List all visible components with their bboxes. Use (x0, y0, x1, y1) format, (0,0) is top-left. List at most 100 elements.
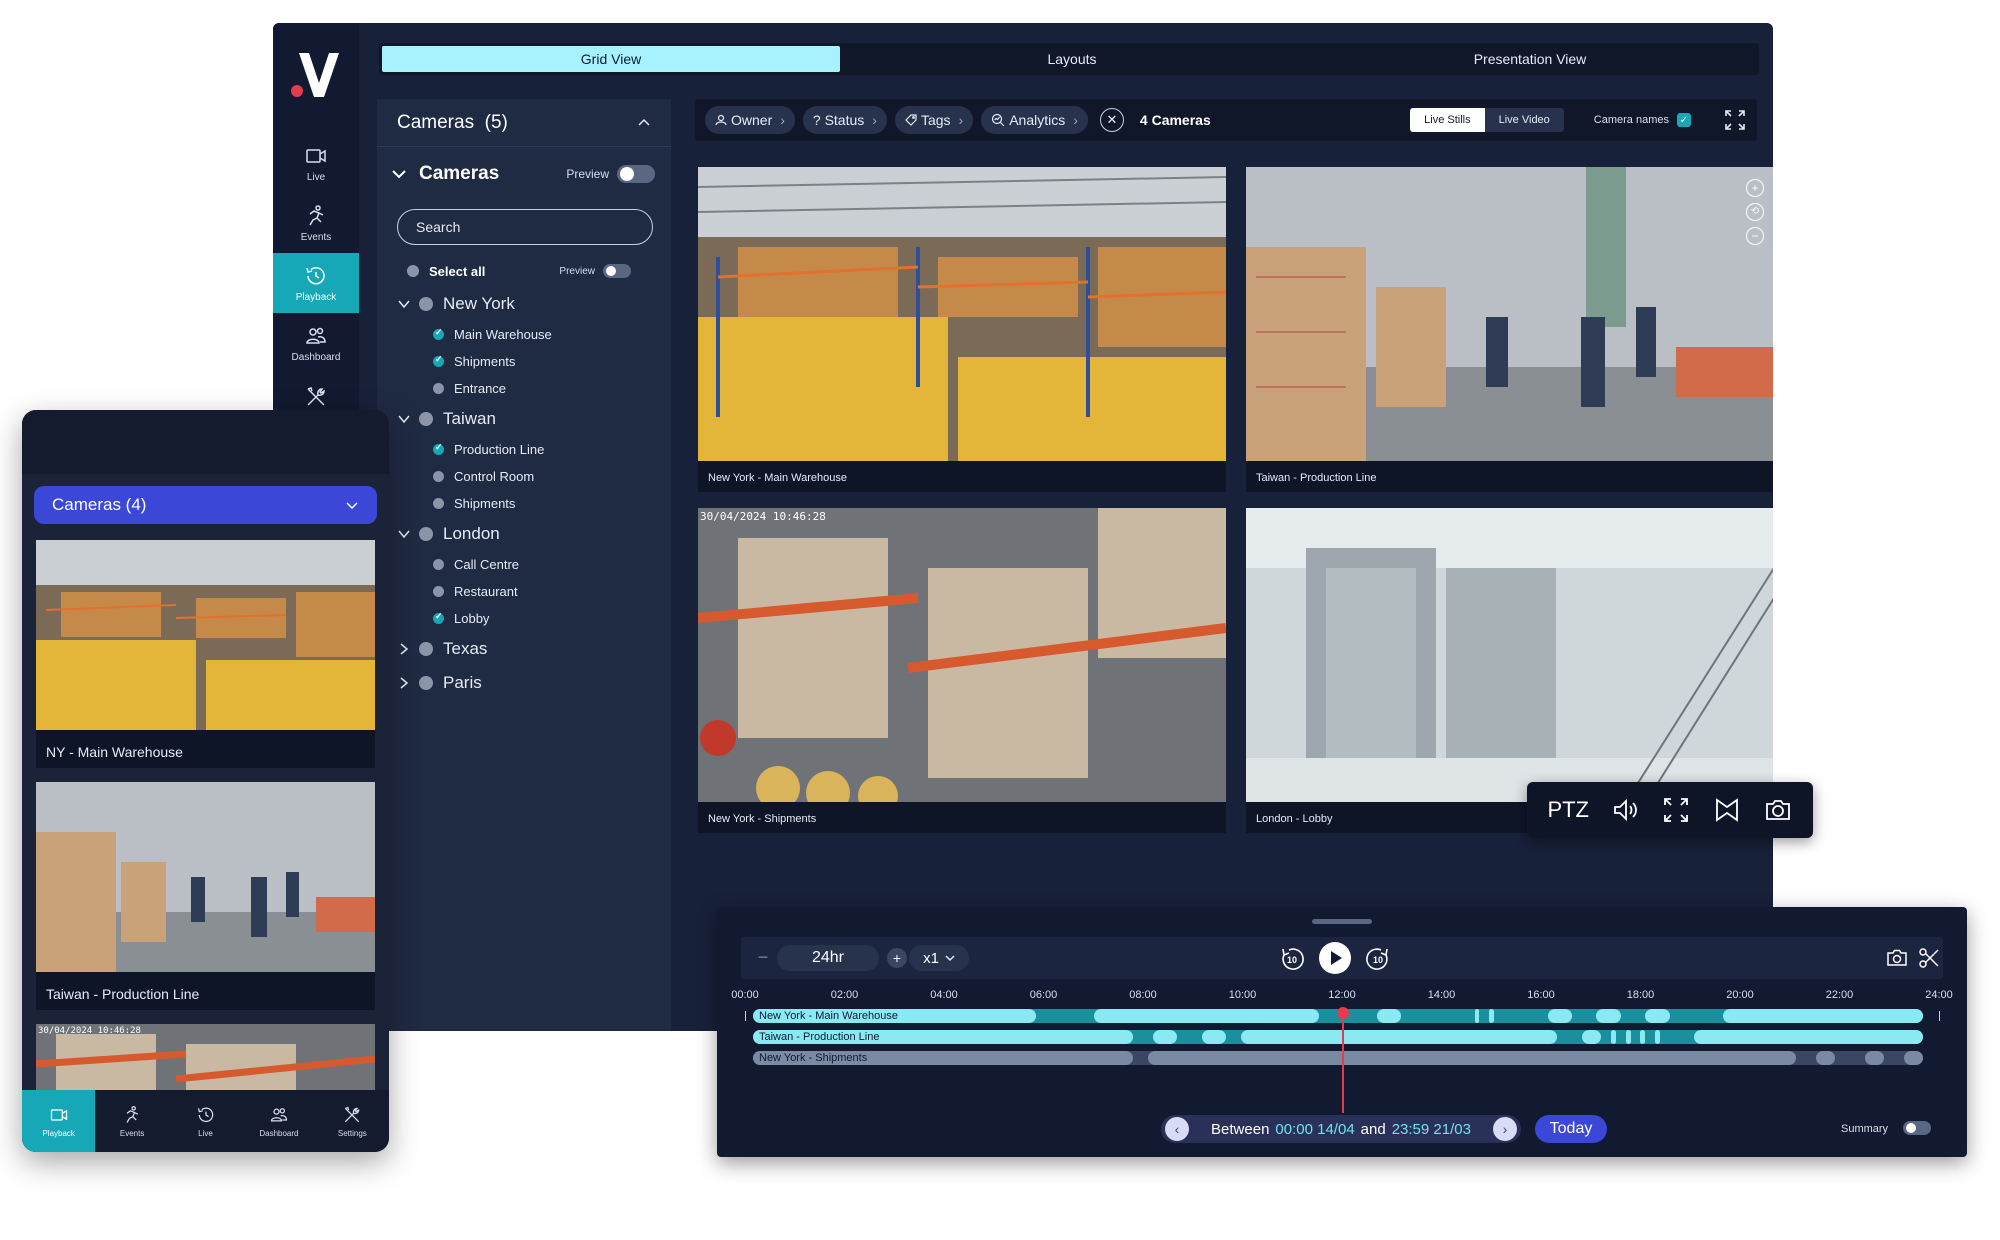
mobile-camera-tile[interactable]: NY - Main Warehouse (36, 540, 375, 768)
mobile-nav-dashboard[interactable]: Dashboard (242, 1090, 315, 1152)
recording-segment[interactable] (1240, 1030, 1558, 1044)
filter-chip-analytics[interactable]: Analytics › (981, 106, 1088, 134)
tree-group[interactable]: London (397, 517, 661, 551)
rail-item-live[interactable]: Live (273, 133, 359, 193)
camera-tile[interactable]: 30/04/2024 10:46:28 New York - Shipments (698, 508, 1226, 833)
summary-toggle[interactable] (1903, 1121, 1931, 1135)
camera-snapshot-icon[interactable] (1763, 795, 1793, 825)
playhead-line[interactable] (1342, 1011, 1344, 1113)
mobile-camera-tile[interactable]: 30/04/2024 10:46:28 (36, 1024, 375, 1094)
chevron-up-icon[interactable] (637, 116, 651, 130)
skip-forward-button[interactable]: 10 (1363, 944, 1393, 974)
tree-group[interactable]: New York (397, 287, 661, 321)
tree-group[interactable]: Taiwan (397, 402, 661, 436)
skip-back-button[interactable]: 10 (1277, 944, 1307, 974)
timeline-track[interactable]: Taiwan - Production Line (753, 1030, 1923, 1044)
group-checkbox[interactable] (419, 527, 433, 541)
select-all-checkbox[interactable] (407, 265, 419, 277)
rail-item-dashboard[interactable]: Dashboard (273, 313, 359, 373)
camera-tile[interactable]: Taiwan - Production Line + ⟲ − (1246, 167, 1773, 492)
group-checkbox[interactable] (419, 412, 433, 426)
camera-checkbox[interactable] (433, 586, 444, 597)
camera-checkbox[interactable] (433, 559, 444, 570)
group-checkbox[interactable] (419, 297, 433, 311)
mobile-cameras-dropdown[interactable]: Cameras (4) (34, 486, 377, 524)
recording-segment[interactable] (1864, 1051, 1884, 1065)
select-all-row[interactable]: Select all Preview (407, 261, 631, 281)
tree-leaf[interactable]: Call Centre (397, 551, 661, 578)
zoom-in-icon[interactable]: + (1746, 179, 1764, 197)
tree-leaf[interactable]: Shipments (397, 348, 661, 375)
rail-item-events[interactable]: Events (273, 193, 359, 253)
tree-leaf[interactable]: Control Room (397, 463, 661, 490)
tree-group[interactable]: Paris (397, 666, 661, 700)
zoom-in-button[interactable]: + (887, 948, 907, 968)
preview-toggle[interactable] (617, 165, 655, 183)
mobile-camera-tile[interactable]: Taiwan - Production Line (36, 782, 375, 1010)
tree-leaf[interactable]: Entrance (397, 375, 661, 402)
recording-segment[interactable] (1201, 1030, 1226, 1044)
live-video-option[interactable]: Live Video (1485, 108, 1564, 132)
chevron-down-icon[interactable] (397, 527, 411, 541)
select-all-preview-toggle[interactable] (603, 264, 631, 278)
tab-layouts[interactable]: Layouts (843, 43, 1301, 75)
scissors-icon[interactable] (1917, 946, 1941, 970)
chevron-right-icon[interactable] (397, 676, 411, 690)
zoom-out-button[interactable]: − (753, 947, 773, 967)
tree-leaf[interactable]: Shipments (397, 490, 661, 517)
filter-chip-tags[interactable]: Tags › (894, 106, 974, 134)
tab-grid-view[interactable]: Grid View (382, 46, 840, 72)
filter-chip-owner[interactable]: Owner › (705, 106, 795, 134)
drag-handle[interactable] (1312, 919, 1372, 924)
live-stills-option[interactable]: Live Stills (1410, 108, 1485, 132)
recording-segment[interactable] (1596, 1009, 1621, 1023)
search-input[interactable] (397, 209, 653, 245)
chevron-down-icon[interactable] (397, 297, 411, 311)
clear-filters-button[interactable]: ✕ (1099, 108, 1124, 132)
tree-leaf[interactable]: Main Warehouse (397, 321, 661, 348)
recording-segment[interactable] (1815, 1051, 1836, 1065)
mobile-nav-settings[interactable]: Settings (316, 1090, 389, 1152)
camera-snapshot-icon[interactable] (1885, 946, 1909, 970)
previous-range-button[interactable]: ‹ (1165, 1117, 1189, 1141)
fullscreen-icon[interactable] (1661, 795, 1691, 825)
recording-segment[interactable] (1611, 1030, 1616, 1044)
camera-names-checkbox[interactable]: ✓ (1677, 113, 1691, 127)
recording-segment[interactable] (1723, 1009, 1923, 1023)
camera-checkbox[interactable] (433, 611, 444, 624)
filter-chip-status[interactable]: ? Status › (802, 106, 887, 134)
reset-icon[interactable]: ⟲ (1746, 203, 1764, 221)
recording-segment[interactable] (1645, 1009, 1670, 1023)
recording-segment[interactable] (1903, 1051, 1923, 1065)
volume-icon[interactable] (1610, 795, 1640, 825)
speed-select[interactable]: x1 (909, 945, 969, 971)
tree-leaf[interactable]: Production Line (397, 436, 661, 463)
recording-segment[interactable] (1625, 1030, 1631, 1044)
mobile-nav-playback[interactable]: Playback (22, 1090, 96, 1152)
camera-checkbox[interactable] (433, 471, 444, 482)
camera-tile[interactable]: New York - Main Warehouse (698, 167, 1226, 492)
camera-checkbox[interactable] (433, 498, 444, 509)
mobile-nav-events[interactable]: Events (95, 1090, 168, 1152)
camera-names-option[interactable]: Camera names ✓ (1594, 113, 1691, 127)
recording-segment[interactable] (1152, 1030, 1178, 1044)
recording-segment[interactable] (1654, 1030, 1660, 1044)
group-checkbox[interactable] (419, 642, 433, 656)
next-range-button[interactable]: › (1493, 1117, 1517, 1141)
zoom-out-icon[interactable]: − (1746, 227, 1764, 245)
camera-checkbox[interactable] (433, 383, 444, 394)
play-button[interactable] (1319, 942, 1351, 974)
playhead-handle[interactable] (1337, 1007, 1349, 1019)
camera-checkbox[interactable] (433, 354, 444, 367)
recording-segment[interactable] (1581, 1030, 1602, 1044)
mobile-nav-live[interactable]: Live (169, 1090, 242, 1152)
group-checkbox[interactable] (419, 676, 433, 690)
tree-leaf[interactable]: Restaurant (397, 578, 661, 605)
recording-segment[interactable] (1147, 1051, 1797, 1065)
today-button[interactable]: Today (1535, 1115, 1607, 1143)
tree-group[interactable]: Texas (397, 632, 661, 666)
cameras-panel-header[interactable]: Cameras (5) (377, 99, 671, 147)
ptz-button[interactable]: PTZ (1547, 797, 1589, 823)
recording-segment[interactable] (1547, 1009, 1572, 1023)
bookmark-icon[interactable] (1712, 795, 1742, 825)
